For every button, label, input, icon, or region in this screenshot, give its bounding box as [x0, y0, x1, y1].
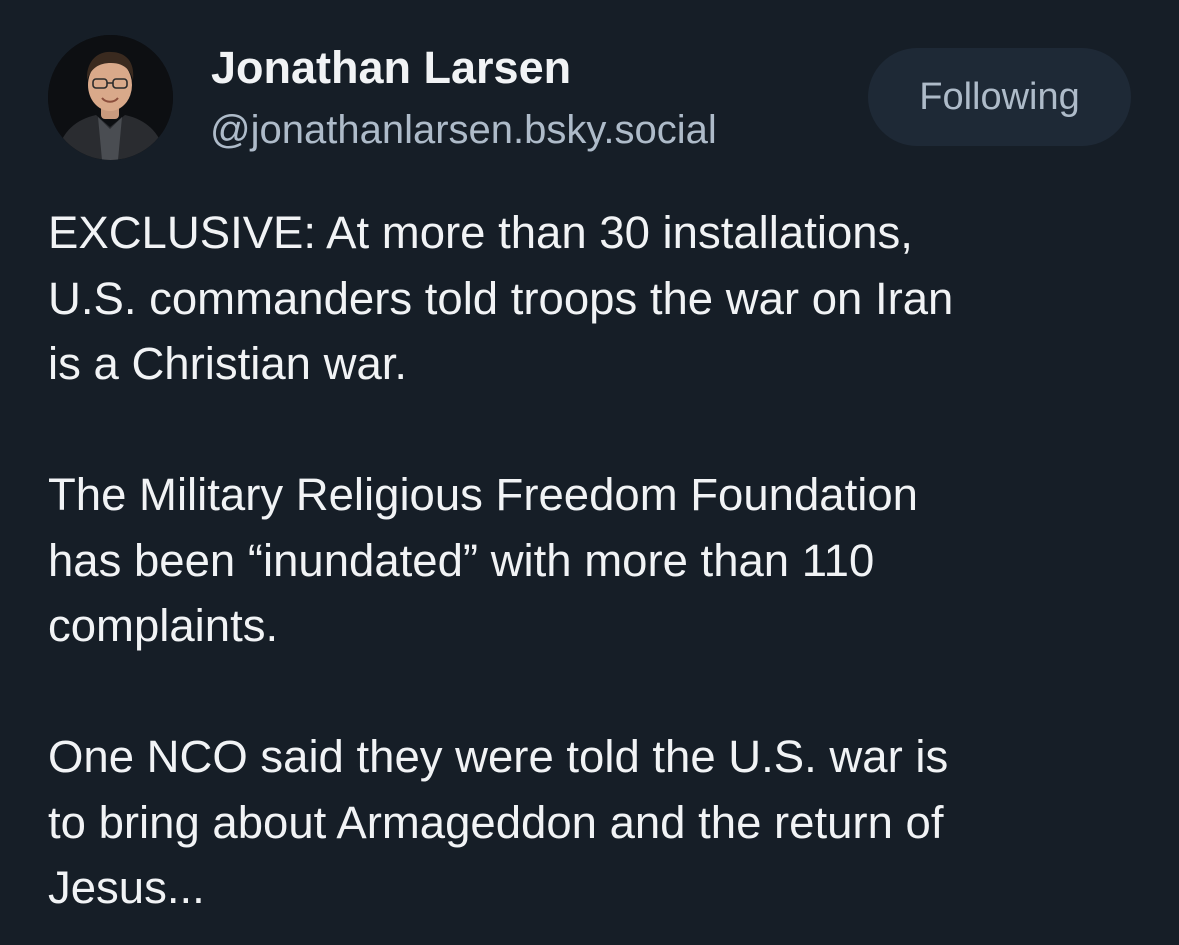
- avatar-photo: [48, 35, 173, 160]
- author-handle[interactable]: @jonathanlarsen.bsky.social: [210, 104, 717, 156]
- post-paragraph: The Military Religious Freedom Foundatio…: [48, 469, 918, 651]
- author-name[interactable]: Jonathan Larsen: [211, 40, 571, 96]
- post-card: Jonathan Larsen @jonathanlarsen.bsky.soc…: [0, 0, 1179, 945]
- avatar[interactable]: [48, 35, 173, 160]
- post-paragraph: EXCLUSIVE: At more than 30 installations…: [48, 207, 954, 389]
- post-text: EXCLUSIVE: At more than 30 installations…: [48, 200, 1148, 921]
- post-paragraph: One NCO said they were told the U.S. war…: [48, 731, 949, 913]
- following-button[interactable]: Following: [868, 48, 1131, 146]
